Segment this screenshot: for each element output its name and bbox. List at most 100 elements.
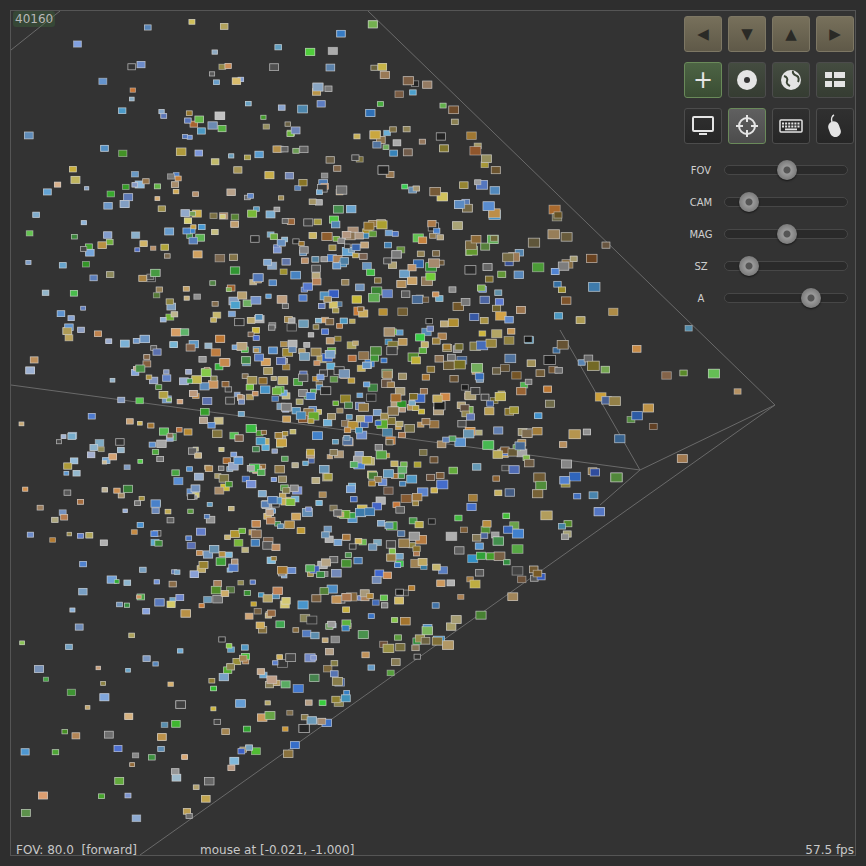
image-thumbnail[interactable]: [328, 413, 336, 419]
image-thumbnail[interactable]: [413, 406, 419, 411]
image-thumbnail[interactable]: [316, 500, 322, 505]
image-thumbnail[interactable]: [413, 501, 419, 506]
image-thumbnail[interactable]: [477, 285, 485, 291]
image-thumbnail[interactable]: [337, 324, 343, 329]
image-thumbnail[interactable]: [218, 466, 223, 470]
image-thumbnail[interactable]: [399, 539, 410, 547]
image-thumbnail[interactable]: [352, 155, 359, 160]
image-thumbnail[interactable]: [368, 614, 374, 619]
image-thumbnail[interactable]: [643, 404, 653, 412]
image-thumbnail[interactable]: [409, 401, 415, 406]
image-thumbnail[interactable]: [407, 277, 416, 284]
image-thumbnail[interactable]: [334, 166, 341, 172]
image-thumbnail[interactable]: [269, 347, 277, 354]
image-thumbnail[interactable]: [307, 616, 317, 624]
image-thumbnail[interactable]: [124, 194, 133, 201]
image-thumbnail[interactable]: [352, 244, 360, 250]
image-thumbnail[interactable]: [353, 341, 359, 346]
image-thumbnail[interactable]: [413, 546, 420, 552]
image-thumbnail[interactable]: [396, 330, 403, 335]
image-thumbnail[interactable]: [254, 348, 259, 352]
image-thumbnail[interactable]: [220, 213, 228, 220]
image-thumbnail[interactable]: [218, 466, 223, 470]
image-thumbnail[interactable]: [560, 477, 569, 484]
image-thumbnail[interactable]: [587, 361, 599, 370]
image-thumbnail[interactable]: [255, 151, 263, 157]
image-thumbnail[interactable]: [211, 376, 217, 381]
image-thumbnail[interactable]: [447, 623, 456, 630]
image-thumbnail[interactable]: [184, 429, 192, 435]
image-thumbnail[interactable]: [246, 745, 253, 750]
image-thumbnail[interactable]: [211, 707, 216, 711]
image-thumbnail[interactable]: [454, 360, 465, 369]
image-thumbnail[interactable]: [194, 294, 201, 299]
image-thumbnail[interactable]: [117, 602, 123, 606]
image-thumbnail[interactable]: [291, 127, 300, 134]
image-thumbnail[interactable]: [380, 595, 387, 601]
image-thumbnail[interactable]: [115, 777, 124, 784]
image-thumbnail[interactable]: [395, 563, 401, 568]
image-thumbnail[interactable]: [191, 485, 200, 492]
image-thumbnail[interactable]: [348, 378, 355, 383]
image-thumbnail[interactable]: [245, 101, 251, 105]
image-thumbnail[interactable]: [397, 281, 406, 288]
image-thumbnail[interactable]: [491, 167, 500, 174]
image-thumbnail[interactable]: [467, 414, 475, 420]
image-thumbnail[interactable]: [306, 393, 315, 400]
image-thumbnail[interactable]: [267, 610, 275, 616]
image-thumbnail[interactable]: [495, 290, 502, 295]
image-thumbnail[interactable]: [502, 465, 509, 471]
image-thumbnail[interactable]: [343, 534, 350, 540]
image-thumbnail[interactable]: [265, 712, 275, 720]
image-thumbnail[interactable]: [21, 749, 29, 755]
image-thumbnail[interactable]: [273, 661, 278, 665]
image-thumbnail[interactable]: [482, 155, 492, 163]
image-thumbnail[interactable]: [436, 473, 444, 479]
image-thumbnail[interactable]: [255, 354, 264, 361]
image-thumbnail[interactable]: [124, 465, 130, 470]
image-thumbnail[interactable]: [283, 750, 292, 757]
image-thumbnail[interactable]: [205, 343, 212, 349]
image-thumbnail[interactable]: [245, 155, 251, 160]
image-thumbnail[interactable]: [252, 521, 260, 527]
image-thumbnail[interactable]: [210, 281, 216, 286]
image-thumbnail[interactable]: [282, 456, 288, 461]
image-thumbnail[interactable]: [226, 288, 231, 292]
image-thumbnail[interactable]: [443, 345, 452, 352]
image-thumbnail[interactable]: [373, 410, 381, 416]
image-thumbnail[interactable]: [229, 154, 234, 158]
image-thumbnail[interactable]: [300, 146, 308, 152]
image-thumbnail[interactable]: [293, 685, 303, 693]
image-thumbnail[interactable]: [193, 785, 199, 789]
image-thumbnail[interactable]: [243, 726, 250, 732]
image-thumbnail[interactable]: [125, 713, 133, 719]
image-thumbnail[interactable]: [277, 655, 283, 659]
image-thumbnail[interactable]: [396, 589, 404, 595]
image-thumbnail[interactable]: [322, 638, 328, 643]
image-thumbnail[interactable]: [277, 566, 287, 573]
image-thumbnail[interactable]: [413, 406, 419, 411]
image-thumbnail[interactable]: [344, 436, 350, 441]
image-thumbnail[interactable]: [222, 729, 230, 735]
image-thumbnail[interactable]: [220, 359, 230, 367]
image-thumbnail[interactable]: [131, 530, 137, 535]
image-thumbnail[interactable]: [313, 83, 323, 91]
image-thumbnail[interactable]: [330, 671, 338, 677]
image-thumbnail[interactable]: [136, 398, 144, 404]
image-thumbnail[interactable]: [130, 763, 135, 767]
image-thumbnail[interactable]: [306, 507, 312, 512]
image-thumbnail[interactable]: [419, 348, 426, 354]
image-thumbnail[interactable]: [195, 453, 202, 458]
image-thumbnail[interactable]: [385, 522, 393, 528]
image-thumbnail[interactable]: [137, 595, 142, 599]
image-thumbnail[interactable]: [443, 344, 450, 350]
image-thumbnail[interactable]: [251, 296, 261, 304]
image-thumbnail[interactable]: [256, 622, 264, 628]
image-thumbnail[interactable]: [257, 470, 264, 476]
image-thumbnail[interactable]: [477, 285, 485, 291]
image-thumbnail[interactable]: [293, 628, 299, 632]
image-thumbnail[interactable]: [213, 80, 219, 85]
image-thumbnail[interactable]: [306, 565, 315, 572]
image-thumbnail[interactable]: [304, 219, 313, 226]
image-thumbnail[interactable]: [525, 337, 534, 344]
